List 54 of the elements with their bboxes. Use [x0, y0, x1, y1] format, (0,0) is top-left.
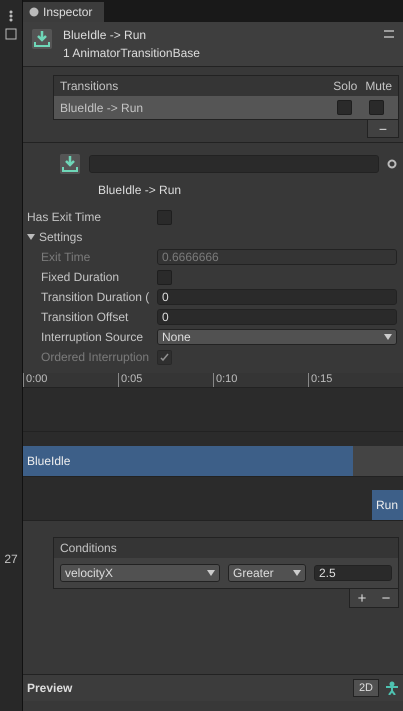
transition-caption: BlueIdle -> Run	[97, 182, 182, 199]
window-icon	[5, 28, 17, 40]
remove-button[interactable]: −	[374, 589, 398, 607]
list-header: Transitions	[60, 79, 120, 93]
source-clip[interactable]: BlueIdle	[23, 446, 353, 476]
destination-clip[interactable]: Run	[372, 490, 403, 520]
transition-name: BlueIdle -> Run	[60, 100, 144, 114]
checkbox[interactable]	[336, 100, 352, 115]
checkbox[interactable]	[157, 270, 172, 284]
setting-label: Interruption Source	[40, 330, 144, 344]
parameter-dropdown[interactable]: velocityX	[60, 564, 220, 582]
checkbox[interactable]	[157, 210, 172, 224]
menu-icon	[9, 10, 13, 22]
caret-icon	[207, 570, 215, 576]
mode-button[interactable]: 2D	[352, 679, 379, 697]
header-title: BlueIdle -> Run	[63, 28, 148, 42]
tick-label: 0:10	[213, 373, 308, 387]
checkmark-icon	[160, 352, 169, 362]
foldout-label[interactable]: Settings	[27, 230, 157, 244]
tick-label: 0:00	[23, 373, 118, 387]
column-header: Solo	[333, 79, 358, 93]
column-header: Mute	[365, 79, 392, 93]
tick-label: 0:15	[308, 373, 403, 387]
dropdown-value: None	[162, 330, 191, 344]
dropdown-value: Greater	[233, 566, 274, 580]
setting-label: Fixed Duration	[40, 270, 120, 284]
dropdown[interactable]: None	[157, 329, 397, 345]
person-icon	[385, 681, 399, 695]
number-field[interactable]: 0	[157, 289, 397, 305]
add-button[interactable]: +	[350, 589, 374, 607]
count-label: 27	[4, 552, 18, 566]
caret-icon	[384, 334, 392, 340]
setting-label: Exit Time	[40, 250, 92, 264]
setting-label: Transition Duration (	[40, 290, 150, 304]
list-header: Conditions	[60, 541, 118, 555]
number-field: 0.6666666	[157, 249, 397, 265]
setting-label: Transition Offset	[40, 310, 130, 324]
inspector-tab[interactable]: Inspector	[23, 2, 104, 22]
transition-row[interactable]: BlueIdle -> Run	[54, 96, 398, 119]
transition-overlap-block	[353, 446, 403, 476]
checkbox[interactable]	[368, 100, 384, 115]
value-field[interactable]: 2.5	[314, 565, 392, 581]
tick-label: 0:05	[118, 373, 213, 387]
number-field[interactable]: 0	[157, 309, 397, 325]
header-subtitle: 1 AnimatorTransitionBase	[63, 46, 201, 60]
transition-icon	[31, 28, 53, 50]
preview-label: Preview	[27, 681, 74, 695]
mode-dropdown[interactable]: Greater	[228, 564, 306, 582]
setting-label: Has Exit Time	[27, 210, 102, 224]
transition-icon	[59, 153, 81, 175]
dropdown-value: velocityX	[65, 566, 114, 580]
caret-icon	[293, 570, 301, 576]
setting-label: Ordered Interruption	[40, 350, 150, 364]
remove-button[interactable]: −	[367, 120, 399, 138]
